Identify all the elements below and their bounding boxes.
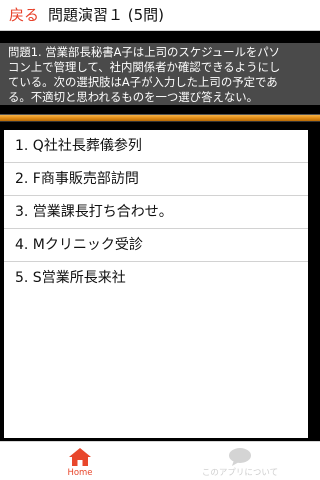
bottom-tab-bar: Home このアプリについて — [0, 441, 320, 480]
choice-3[interactable]: 3. 営業課長打ち合わせ。 — [4, 196, 308, 229]
choices-list: 1. Q社社長葬儀参列 2. F商事販売部訪問 3. 営業課長打ち合わせ。 4.… — [4, 130, 308, 438]
tab-home[interactable]: Home — [45, 442, 115, 480]
choice-2[interactable]: 2. F商事販売部訪問 — [4, 163, 308, 196]
tab-about-label: このアプリについて — [201, 468, 279, 478]
choice-4[interactable]: 4. Mクリニック受診 — [4, 229, 308, 262]
choice-1[interactable]: 1. Q社社長葬儀参列 — [4, 130, 308, 163]
tab-about-app[interactable]: このアプリについて — [180, 442, 300, 480]
question-panel: 問題1. 営業部長秘書A子は上司のスケジュールをパソ コン上で管理して、社内関係… — [0, 43, 320, 105]
header-bar: 戻る 問題演習１ (5問) — [0, 0, 320, 31]
orange-divider — [0, 114, 320, 122]
page-title: 問題演習１ (5問) — [48, 6, 165, 24]
tab-home-label: Home — [67, 468, 93, 478]
back-button[interactable]: 戻る — [9, 5, 39, 25]
choice-5[interactable]: 5. S営業所長来社 — [4, 262, 308, 295]
question-text: 問題1. 営業部長秘書A子は上司のスケジュールをパソ コン上で管理して、社内関係… — [8, 45, 281, 104]
